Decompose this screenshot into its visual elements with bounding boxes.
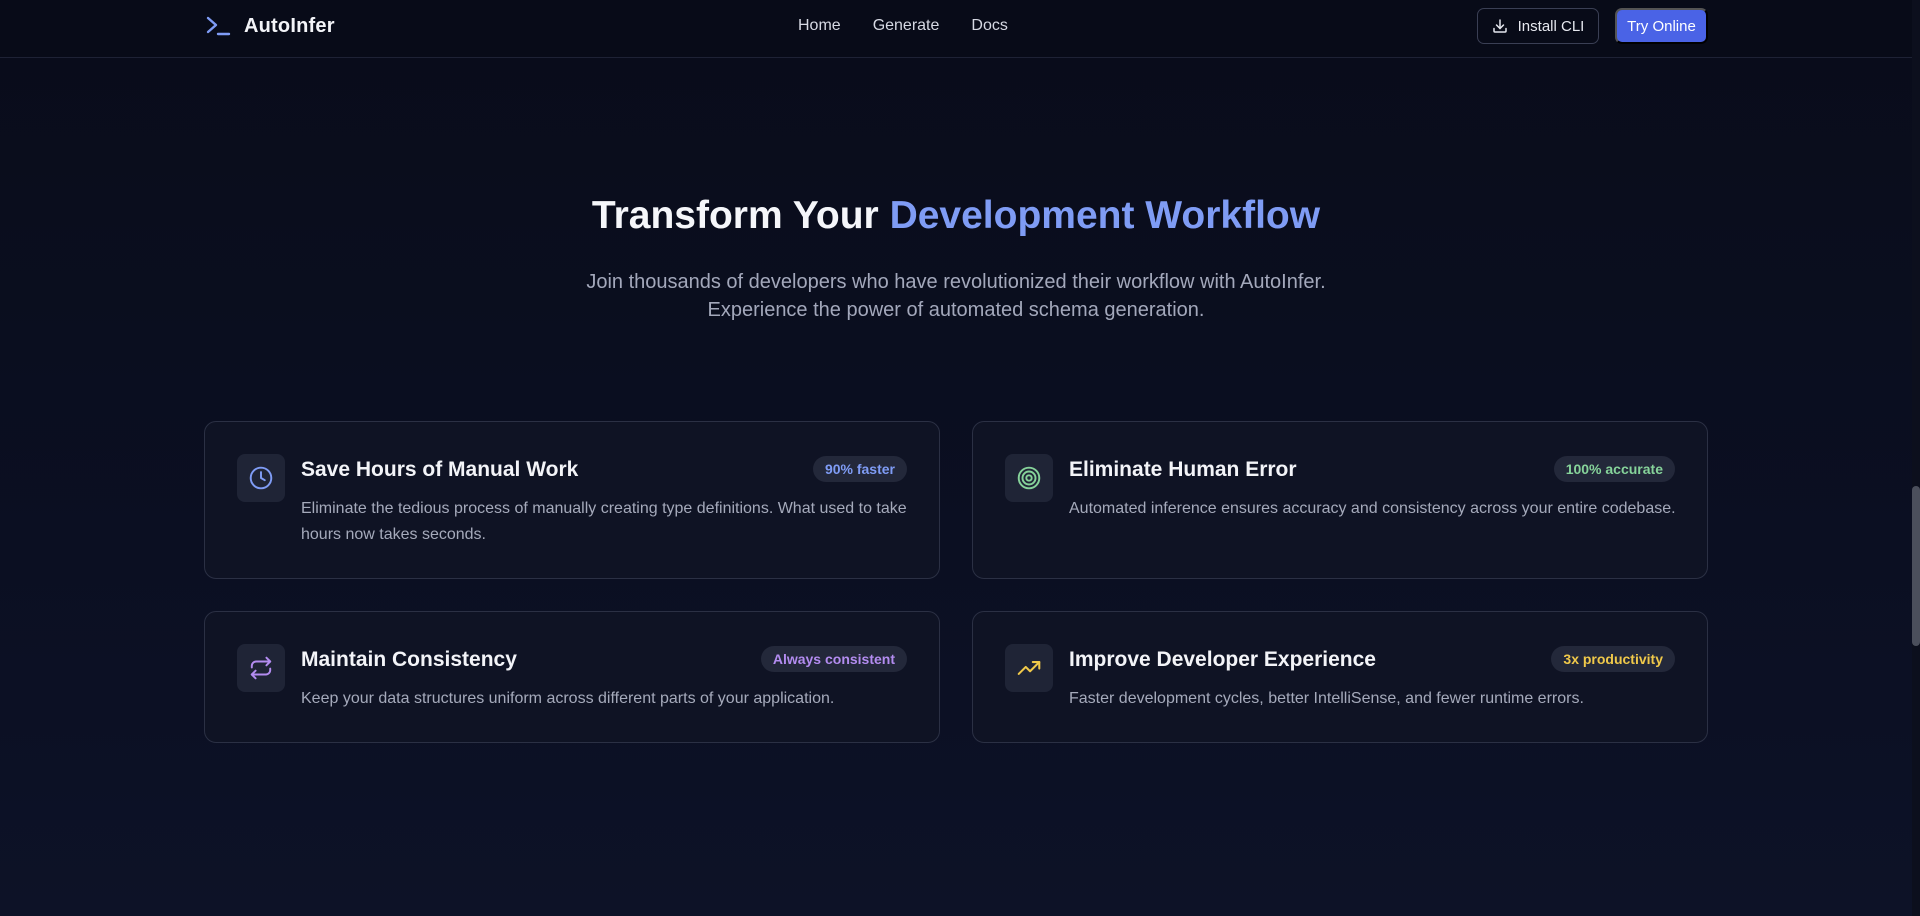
card-description: Eliminate the tedious process of manuall… — [301, 500, 907, 543]
card-icon-box — [1005, 454, 1053, 502]
card-badge: 90% faster — [812, 456, 907, 482]
nav-item-home[interactable]: Home — [798, 14, 841, 38]
install-cli-label: Install CLI — [1517, 17, 1585, 35]
scrollbar-thumb[interactable] — [1912, 486, 1920, 646]
top-navigation-bar: AutoInfer Home Generate Docs Install CLI… — [0, 0, 1912, 58]
card-title: Improve Developer Experience — [1069, 648, 1376, 671]
hero-title: Transform Your Development Workflow — [0, 190, 1912, 242]
feature-card-developer-experience: Improve Developer Experience 3x producti… — [972, 611, 1708, 743]
hero-title-plain: Transform Your — [591, 194, 879, 237]
repeat-icon — [250, 656, 272, 680]
feature-card-consistency: Maintain Consistency Always consistent K… — [204, 611, 940, 743]
card-icon-box — [237, 644, 285, 692]
brand-logo-link[interactable]: AutoInfer — [204, 12, 335, 40]
page-scrollbar[interactable] — [1912, 0, 1920, 916]
card-title: Save Hours of Manual Work — [301, 458, 579, 481]
card-icon-box — [237, 454, 285, 502]
feature-card-save-hours: Save Hours of Manual Work 90% faster Eli… — [204, 421, 940, 579]
clock-icon — [249, 466, 273, 490]
target-icon — [1017, 466, 1041, 490]
download-icon — [1492, 19, 1507, 33]
feature-card-eliminate-error: Eliminate Human Error 100% accurate Auto… — [972, 421, 1708, 579]
try-online-button[interactable]: Try Online — [1615, 8, 1708, 44]
card-title: Eliminate Human Error — [1069, 458, 1297, 481]
card-badge: 100% accurate — [1553, 456, 1675, 482]
terminal-prompt-icon — [206, 16, 231, 36]
card-badge: Always consistent — [760, 646, 907, 672]
card-description: Faster development cycles, better Intell… — [1069, 690, 1584, 707]
card-description: Automated inference ensures accuracy and… — [1069, 500, 1676, 517]
card-badge: 3x productivity — [1551, 646, 1675, 672]
card-description: Keep your data structures uniform across… — [301, 690, 835, 707]
card-title: Maintain Consistency — [301, 648, 517, 671]
card-icon-box — [1005, 644, 1053, 692]
brand-name: AutoInfer — [244, 14, 335, 37]
hero-title-accent: Development Workflow — [889, 194, 1321, 237]
trending-up-icon — [1017, 661, 1041, 675]
nav-item-docs[interactable]: Docs — [971, 14, 1007, 38]
nav-item-generate[interactable]: Generate — [873, 14, 940, 38]
hero-subtitle: Join thousands of developers who have re… — [586, 271, 1326, 321]
install-cli-button[interactable]: Install CLI — [1477, 8, 1599, 44]
main-nav: Home Generate Docs — [798, 14, 1008, 38]
